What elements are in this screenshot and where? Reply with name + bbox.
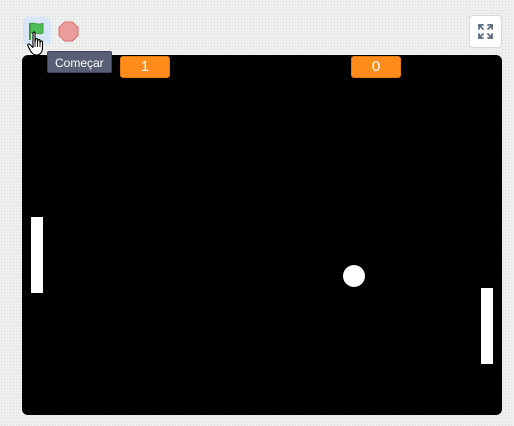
right-score-display: 0 xyxy=(351,56,401,78)
green-flag-button[interactable] xyxy=(23,17,51,45)
fullscreen-icon xyxy=(478,24,493,39)
game-stage[interactable]: 1 0 xyxy=(22,55,502,415)
ball xyxy=(343,265,365,287)
fullscreen-button[interactable] xyxy=(469,15,502,48)
left-score-display: 1 xyxy=(120,56,170,78)
green-flag-icon xyxy=(29,22,44,40)
stop-button[interactable] xyxy=(58,21,79,42)
right-paddle xyxy=(481,288,493,364)
stop-sign-icon xyxy=(58,21,79,42)
left-paddle xyxy=(31,217,43,293)
start-tooltip: Começar xyxy=(47,51,112,73)
